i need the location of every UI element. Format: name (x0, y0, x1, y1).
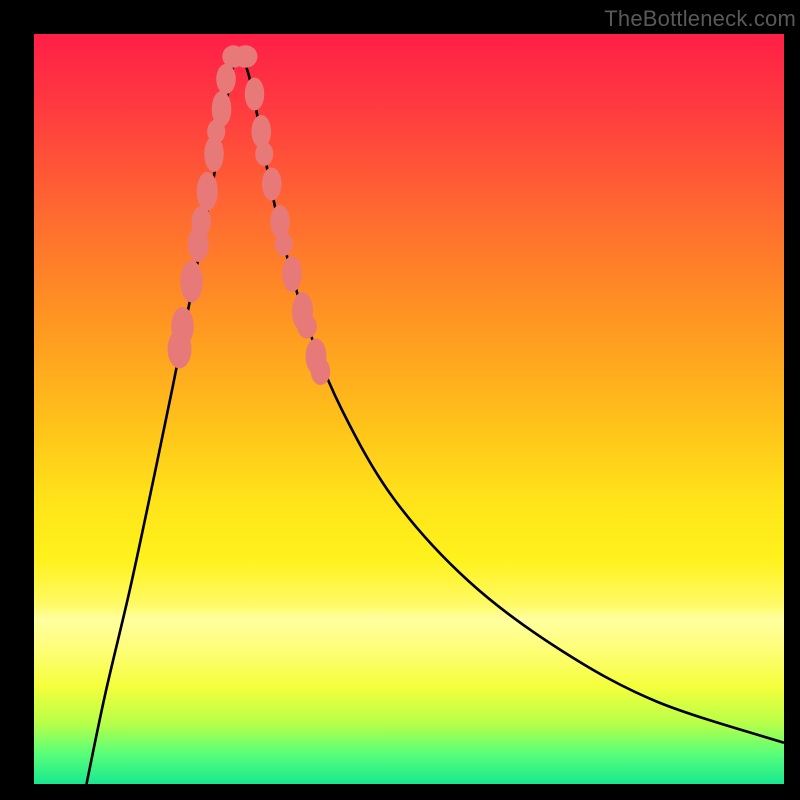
bead-markers (168, 45, 331, 385)
plot-area (34, 34, 784, 784)
bead-marker (234, 45, 258, 68)
bead-marker (297, 315, 316, 339)
bead-marker (275, 232, 293, 256)
bead-marker (171, 307, 194, 346)
bead-marker (245, 78, 265, 111)
bottleneck-curve (34, 34, 784, 784)
bead-marker (311, 358, 331, 385)
chart-frame: TheBottleneck.com (0, 0, 800, 800)
bead-marker (282, 256, 302, 292)
watermark-label: TheBottleneck.com (0, 6, 796, 32)
bead-marker (255, 142, 273, 166)
bead-marker (192, 207, 212, 237)
curve-line (87, 57, 785, 785)
bead-marker (262, 168, 282, 201)
bead-marker (216, 64, 236, 94)
bead-marker (212, 91, 232, 127)
bead-marker (197, 172, 218, 211)
bead-marker (180, 261, 203, 303)
